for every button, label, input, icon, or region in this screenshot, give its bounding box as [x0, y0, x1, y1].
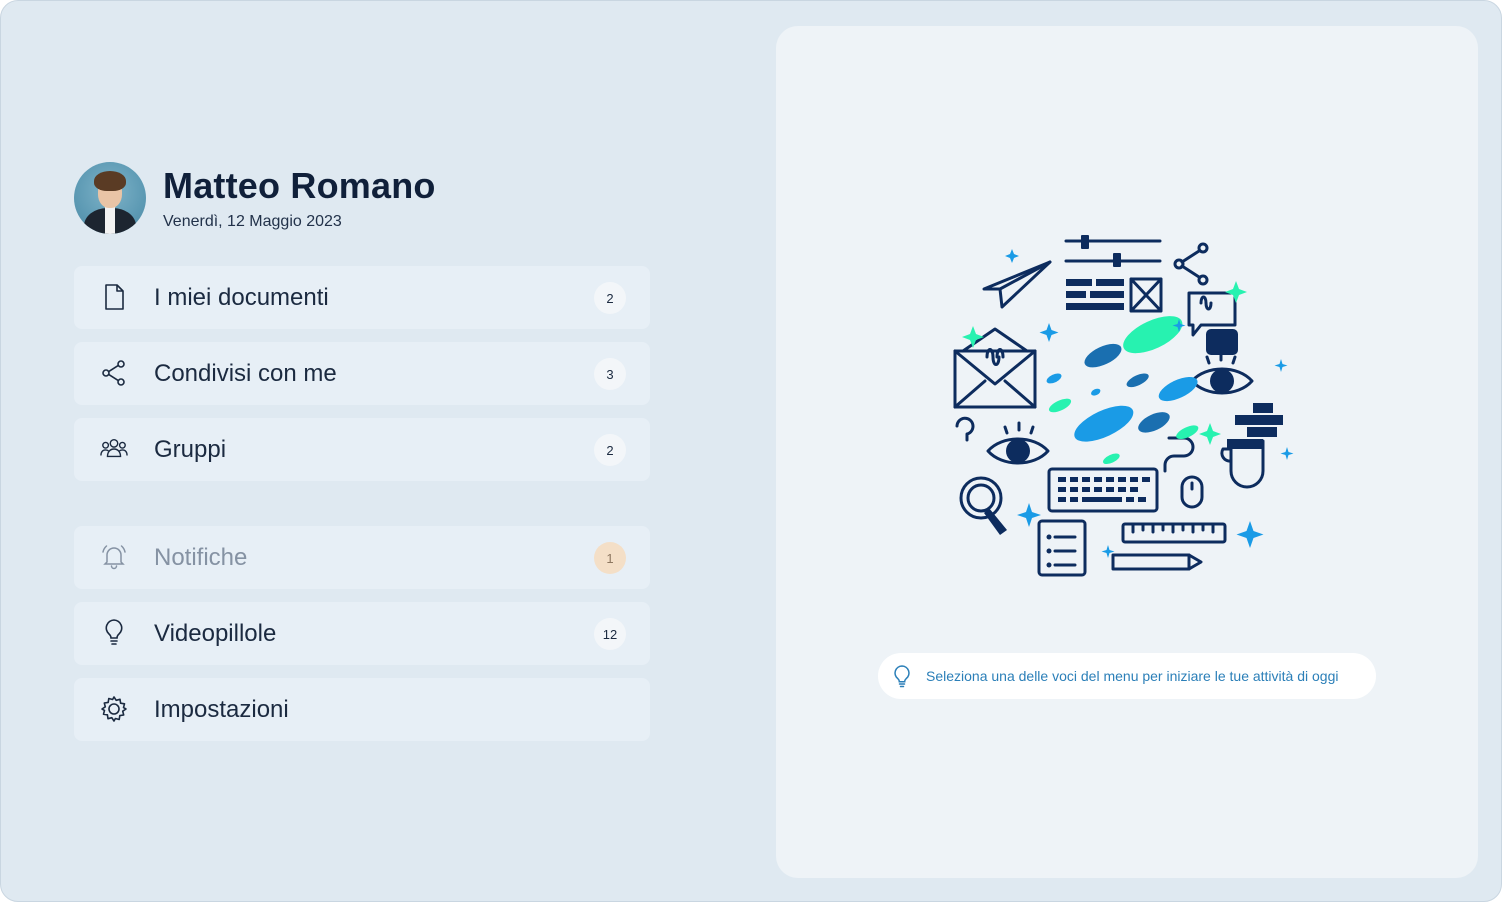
- current-date: Venerdì, 12 Maggio 2023: [163, 213, 342, 230]
- hint-banner: Seleziona una delle voci del menu per in…: [878, 653, 1376, 699]
- menu-item-label: Notifiche: [154, 544, 248, 571]
- menu-item-label: I miei documenti: [154, 284, 329, 311]
- menu-item-groups[interactable]: Gruppi 2: [74, 418, 650, 481]
- lightbulb-icon: [100, 619, 128, 647]
- menu-item-label: Gruppi: [154, 436, 227, 463]
- menu-item-videopillole[interactable]: Videopillole 12: [74, 602, 650, 665]
- count-badge: 2: [594, 434, 626, 466]
- menu-item-label: Condivisi con me: [154, 360, 337, 387]
- avatar[interactable]: [74, 162, 146, 234]
- app-window: Matteo Romano Venerdì, 12 Maggio 2023 I …: [0, 0, 1502, 902]
- user-name: Matteo Romano: [163, 165, 436, 206]
- welcome-panel: Seleziona una delle voci del menu per in…: [776, 26, 1478, 878]
- user-profile: Matteo Romano Venerdì, 12 Maggio 2023: [74, 162, 436, 234]
- notification-badge: 1: [594, 542, 626, 574]
- gear-icon: [100, 695, 128, 723]
- menu-item-label: Videopillole: [154, 620, 277, 647]
- group-icon: [100, 435, 128, 463]
- document-icon: [100, 283, 128, 311]
- count-badge: 3: [594, 358, 626, 390]
- workspace-illustration: [953, 235, 1294, 577]
- share-icon: [100, 359, 128, 387]
- count-badge: 12: [594, 618, 626, 650]
- count-badge: 2: [594, 282, 626, 314]
- lightbulb-icon: [892, 664, 912, 688]
- menu-item-documents[interactable]: I miei documenti 2: [74, 266, 650, 329]
- menu-item-shared[interactable]: Condivisi con me 3: [74, 342, 650, 405]
- hint-text: Seleziona una delle voci del menu per in…: [926, 668, 1339, 684]
- menu-item-notifications[interactable]: Notifiche 1: [74, 526, 650, 589]
- menu-item-label: Impostazioni: [154, 696, 289, 723]
- bell-icon: [100, 543, 128, 571]
- menu-item-settings[interactable]: Impostazioni: [74, 678, 650, 741]
